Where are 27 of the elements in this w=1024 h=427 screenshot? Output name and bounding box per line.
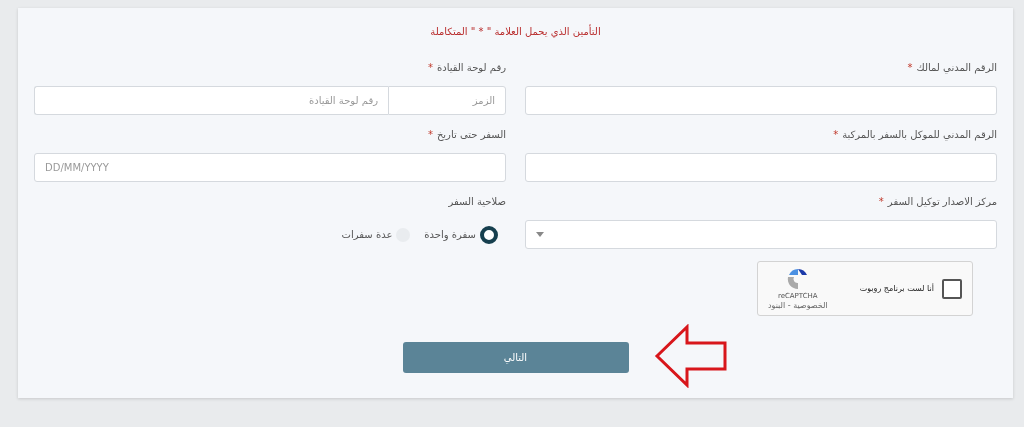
radio-button[interactable]: [480, 225, 498, 244]
field-label: السفر حتى تاريخ: [436, 129, 506, 143]
radio-label: عدة سفرات: [341, 229, 393, 240]
field-label: صلاحية السفر: [448, 196, 506, 209]
field-label: الرقم المدني لمالك: [916, 62, 997, 76]
plate-number-field[interactable]: رقم لوحة القيادة: [34, 86, 388, 115]
captcha-links: الخصوصية - البنود: [768, 301, 828, 310]
required-mark: *: [907, 62, 913, 75]
arrow-icon: [654, 324, 728, 388]
required-mark: *: [427, 129, 433, 142]
form-title: التأمين الذي يحمل العلامة " * " المتكاملة: [429, 26, 602, 40]
captcha-label: أنا لست برنامج روبوت: [858, 284, 934, 293]
input-field[interactable]: DD/MM/YYYY: [34, 153, 506, 182]
field-label: الرقم المدني للموكل بالسفر بالمركبة: [842, 129, 997, 143]
field-label: رقم لوحة القيادة: [436, 62, 506, 76]
captcha-checkbox[interactable]: [942, 278, 962, 299]
radio-label: سفرة واحدة: [424, 229, 476, 240]
input-field[interactable]: [525, 86, 997, 115]
input-field[interactable]: [525, 153, 997, 182]
next-button[interactable]: التالي: [402, 342, 629, 373]
caret-icon: [536, 232, 544, 237]
field-label: مركز الاصدار توكيل السفر: [887, 196, 997, 209]
plate-code-field[interactable]: الزمز: [388, 86, 506, 115]
required-mark: *: [427, 62, 433, 75]
required-mark: *: [878, 196, 884, 209]
required-mark: *: [833, 129, 839, 142]
dropdown-field[interactable]: [525, 220, 997, 249]
